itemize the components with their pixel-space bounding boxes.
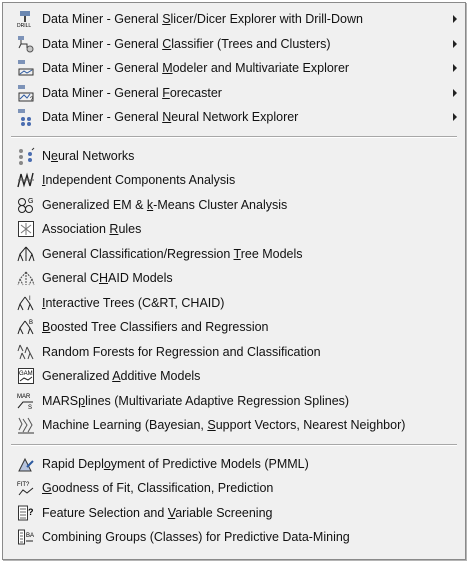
menu-item-neural-networks[interactable]: Neural Networks [3,144,465,169]
svg-text:S: S [28,405,32,410]
menu-item-ica[interactable]: Independent Components Analysis [3,168,465,193]
menu-item-machine-learning[interactable]: Machine Learning (Bayesian, Support Vect… [3,413,465,438]
goodness-fit-icon: FIT? [17,479,35,497]
svg-text:?: ? [28,507,34,517]
boosted-trees-icon: B [17,318,35,336]
menu-item-label: Feature Selection and Variable Screening [42,505,273,520]
menu-item-label: Combining Groups (Classes) for Predictiv… [42,530,350,545]
submenu-arrow-icon [453,113,457,122]
feature-selection-icon: ? [17,504,35,522]
analysis-tools-group: Neural Networks Independent Components An… [3,144,465,438]
menu-item-drill[interactable]: DRILL Data Miner - General Slicer/Dicer E… [3,7,465,32]
interactive-trees-icon: I [17,294,35,312]
classifier-icon [17,35,35,53]
random-forests-icon [17,343,35,361]
menu-item-modeler[interactable]: Data Miner - General Modeler and Multiva… [3,56,465,81]
forecaster-icon: ? [17,84,35,102]
submenu-arrow-icon [453,15,457,24]
menu-item-pmml[interactable]: Rapid Deployment of Predictive Models (P… [3,452,465,477]
menu-item-label: Generalized EM & k-Means Cluster Analysi… [42,197,288,212]
menu-item-label: Data Miner - General Classifier (Trees a… [42,36,331,51]
menu-item-label: Machine Learning (Bayesian, Support Vect… [42,418,406,433]
menu-item-tree-models[interactable]: General Classification/Regression Tree M… [3,242,465,267]
menu-item-random-forests[interactable]: Random Forests for Regression and Classi… [3,340,465,365]
svg-text:GAM: GAM [19,371,33,377]
menu-item-chaid[interactable]: General CHAID Models [3,266,465,291]
deployment-group: Rapid Deployment of Predictive Models (P… [3,452,465,550]
menu-item-feature-selection[interactable]: ? Feature Selection and Variable Screenin… [3,501,465,526]
svg-text:I: I [29,296,31,302]
menu-item-label: Data Miner - General Slicer/Dicer Explor… [42,12,363,27]
svg-text:BA: BA [26,533,34,539]
menu-item-label: Random Forests for Regression and Classi… [42,344,321,359]
menu-item-label: Generalized Additive Models [42,369,201,384]
menu-separator [11,443,457,446]
menu-item-classifier[interactable]: Data Miner - General Classifier (Trees a… [3,32,465,57]
svg-text:B: B [29,320,33,326]
menu-item-gam[interactable]: GAM Generalized Additive Models [3,364,465,389]
svg-text:FIT?: FIT? [17,482,30,488]
menu-item-label: Goodness of Fit, Classification, Predict… [42,481,274,496]
menu-item-em-kmeans[interactable]: G Generalized EM & k-Means Cluster Analys… [3,193,465,218]
menu-item-label: Boosted Tree Classifiers and Regression [42,320,269,335]
menu-item-forecaster[interactable]: ? Data Miner - General Forecaster [3,81,465,106]
drill-icon: DRILL [17,10,35,28]
menu-item-label: Neural Networks [42,148,135,163]
combining-groups-icon: BA [17,528,35,546]
menu-item-label: MARSplines (Multivariate Adaptive Regres… [42,393,350,408]
menu-item-neural-explorer[interactable]: Data Miner - General Neural Network Expl… [3,105,465,130]
submenu-arrow-icon [453,39,457,48]
data-mining-menu: DRILL Data Miner - General Slicer/Dicer E… [2,2,466,560]
menu-item-boosted-trees[interactable]: B Boosted Tree Classifiers and Regression [3,315,465,340]
modeler-icon [17,59,35,77]
menu-item-label: Interactive Trees (C&RT, CHAID) [42,295,225,310]
tree-models-icon [17,245,35,263]
data-miner-submenus: DRILL Data Miner - General Slicer/Dicer E… [3,7,465,130]
neural-explorer-icon [17,108,35,127]
svg-text:DRILL: DRILL [17,23,31,28]
menu-item-label: Rapid Deployment of Predictive Models (P… [42,456,309,471]
em-kmeans-icon: G [17,196,35,214]
menu-item-mars[interactable]: MAR S MARSplines (Multivariate Adaptive Re… [3,389,465,414]
menu-item-label: General Classification/Regression Tree M… [42,246,303,261]
menu-item-label: Data Miner - General Modeler and Multiva… [42,61,350,76]
chaid-icon [17,269,35,287]
neural-networks-icon [17,147,35,165]
gam-icon: GAM [17,367,35,385]
menu-item-interactive-trees[interactable]: I Interactive Trees (C&RT, CHAID) [3,291,465,316]
menu-item-association-rules[interactable]: Association Rules [3,217,465,242]
menu-item-goodness-fit[interactable]: FIT? Goodness of Fit, Classification, Pre… [3,476,465,501]
submenu-arrow-icon [453,64,457,73]
menu-separator [11,135,457,138]
association-rules-icon [17,220,35,238]
submenu-arrow-icon [453,88,457,97]
menu-item-label: Independent Components Analysis [42,173,236,188]
menu-item-combining-groups[interactable]: BA Combining Groups (Classes) for Predict… [3,525,465,550]
ica-icon [17,171,35,189]
menu-item-label: Data Miner - General Neural Network Expl… [42,110,299,125]
svg-text:MAR: MAR [17,394,31,400]
menu-item-label: Data Miner - General Forecaster [42,85,222,100]
svg-text:G: G [28,198,33,205]
menu-item-label: Association Rules [42,222,142,237]
mars-icon: MAR S [17,392,35,410]
menu-item-label: General CHAID Models [42,271,173,286]
pmml-icon [17,455,35,473]
machine-learning-icon [17,416,35,434]
